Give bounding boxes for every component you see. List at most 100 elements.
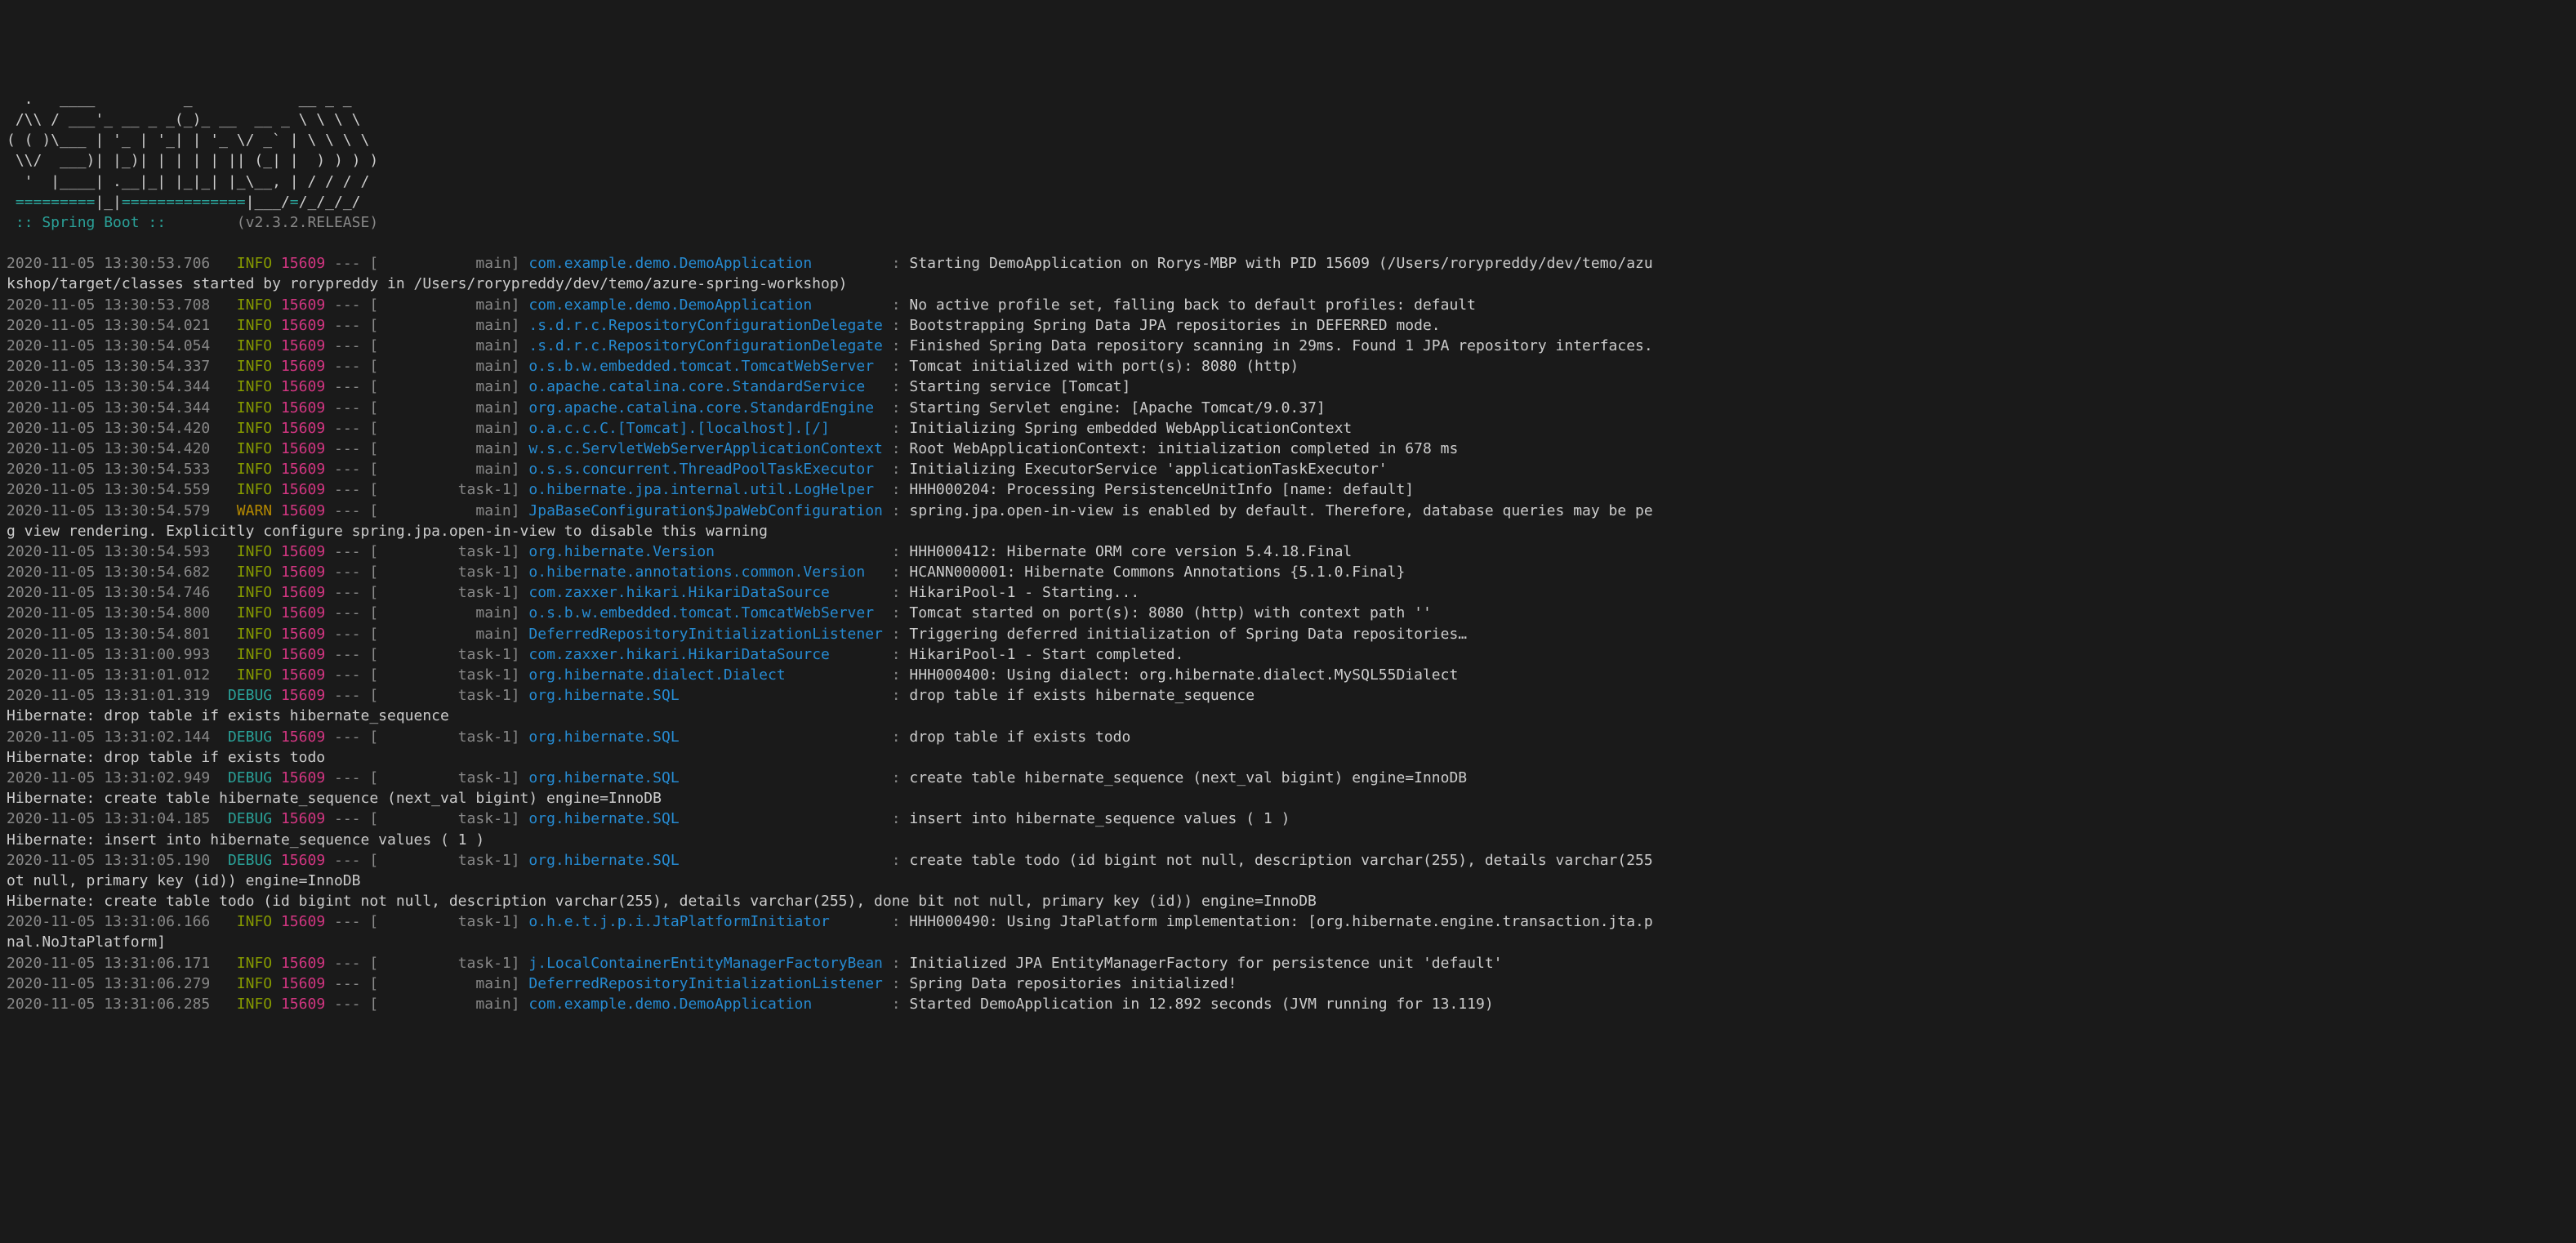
log-timestamp: 2020-11-05 13:31:02.949 <box>7 769 228 786</box>
log-pid: 15609 <box>281 378 325 395</box>
log-timestamp: 2020-11-05 13:30:54.800 <box>7 604 228 622</box>
log-separator: --- [ <box>325 440 378 457</box>
log-thread: main] <box>378 996 519 1013</box>
log-colon: : <box>883 852 910 869</box>
log-thread: task-1] <box>378 913 519 930</box>
log-message: Started DemoApplication in 12.892 second… <box>909 996 1493 1013</box>
log-pid: 15609 <box>281 769 325 786</box>
log-entry: 2020-11-05 13:31:01.012 INFO 15609 --- [… <box>7 665 2569 685</box>
log-timestamp: 2020-11-05 13:31:06.279 <box>7 975 228 992</box>
log-thread: task-1] <box>378 728 519 746</box>
log-pid: 15609 <box>281 358 325 375</box>
log-message: Hibernate: drop table if exists hibernat… <box>7 707 449 724</box>
log-message: create table todo (id bigint not null, d… <box>909 852 1652 869</box>
spring-boot-version-line: :: Spring Boot :: (v2.3.2.RELEASE) <box>7 212 2569 233</box>
log-separator: --- [ <box>325 646 378 663</box>
log-logger: org.hibernate.dialect.Dialect <box>528 666 882 684</box>
log-message: Tomcat initialized with port(s): 8080 (h… <box>909 358 1299 375</box>
log-thread: main] <box>378 626 519 643</box>
log-entry: 2020-11-05 13:31:01.319 DEBUG 15609 --- … <box>7 685 2569 706</box>
log-colon: : <box>883 296 910 314</box>
log-level: INFO <box>228 255 272 272</box>
log-thread: task-1] <box>378 955 519 972</box>
log-entry: 2020-11-05 13:30:53.708 INFO 15609 --- [… <box>7 295 2569 315</box>
log-entry: 2020-11-05 13:30:54.593 INFO 15609 --- [… <box>7 541 2569 562</box>
log-pid: 15609 <box>281 502 325 519</box>
log-logger: org.hibernate.SQL <box>528 810 882 827</box>
log-level: DEBUG <box>228 769 272 786</box>
log-pid: 15609 <box>281 317 325 334</box>
log-level: INFO <box>228 975 272 992</box>
log-logger: o.s.s.concurrent.ThreadPoolTaskExecutor <box>528 461 882 478</box>
log-timestamp: 2020-11-05 13:30:54.746 <box>7 584 228 601</box>
log-thread: main] <box>378 461 519 478</box>
log-colon: : <box>883 502 910 519</box>
log-colon: : <box>883 584 910 601</box>
log-logger: w.s.c.ServletWebServerApplicationContext <box>528 440 882 457</box>
log-level: INFO <box>228 481 272 498</box>
log-thread: main] <box>378 604 519 622</box>
log-colon: : <box>883 975 910 992</box>
log-level: INFO <box>228 399 272 417</box>
log-message: Starting DemoApplication on Rorys-MBP wi… <box>909 255 1652 272</box>
log-colon: : <box>883 769 910 786</box>
log-separator: --- [ <box>325 296 378 314</box>
terminal-output[interactable]: . ____ _ __ _ _ /\\ / ___'_ __ _ _(_)_ _… <box>7 89 2569 1014</box>
log-timestamp: 2020-11-05 13:30:54.420 <box>7 440 228 457</box>
log-message: drop table if exists hibernate_sequence <box>909 687 1255 704</box>
log-thread: main] <box>378 358 519 375</box>
log-level: INFO <box>228 420 272 437</box>
log-level: DEBUG <box>228 810 272 827</box>
log-thread: main] <box>378 317 519 334</box>
log-thread: main] <box>378 337 519 354</box>
log-logger: com.zaxxer.hikari.HikariDataSource <box>528 584 882 601</box>
log-timestamp: 2020-11-05 13:30:54.344 <box>7 399 228 417</box>
log-timestamp: 2020-11-05 13:30:54.420 <box>7 420 228 437</box>
log-level: INFO <box>228 564 272 581</box>
log-timestamp: 2020-11-05 13:31:02.144 <box>7 728 228 746</box>
log-logger: org.apache.catalina.core.StandardEngine <box>528 399 882 417</box>
log-entry: 2020-11-05 13:31:06.285 INFO 15609 --- [… <box>7 994 2569 1014</box>
log-colon: : <box>883 358 910 375</box>
log-message: No active profile set, falling back to d… <box>909 296 1476 314</box>
log-entry: 2020-11-05 13:30:53.706 INFO 15609 --- [… <box>7 253 2569 274</box>
log-level: INFO <box>228 358 272 375</box>
banner-line: ' |____| .__|_| |_|_| |_\__, | / / / / <box>7 172 2569 192</box>
log-thread: task-1] <box>378 852 519 869</box>
spring-boot-version: (v2.3.2.RELEASE) <box>237 214 378 231</box>
log-message: Hibernate: create table todo (id bigint … <box>7 893 1317 910</box>
log-colon: : <box>883 440 910 457</box>
log-logger: .s.d.r.c.RepositoryConfigurationDelegate <box>528 337 882 354</box>
log-pid: 15609 <box>281 728 325 746</box>
log-message: Starting service [Tomcat] <box>909 378 1130 395</box>
log-message: Spring Data repositories initialized! <box>909 975 1237 992</box>
log-thread: main] <box>378 296 519 314</box>
banner-line: . ____ _ __ _ _ <box>7 89 2569 109</box>
log-level: DEBUG <box>228 852 272 869</box>
log-colon: : <box>883 728 910 746</box>
log-logger: o.hibernate.jpa.internal.util.LogHelper <box>528 481 882 498</box>
log-continuation: Hibernate: drop table if exists hibernat… <box>7 706 2569 726</box>
log-thread: task-1] <box>378 584 519 601</box>
log-pid: 15609 <box>281 296 325 314</box>
log-timestamp: 2020-11-05 13:31:06.171 <box>7 955 228 972</box>
log-timestamp: 2020-11-05 13:31:01.012 <box>7 666 228 684</box>
log-colon: : <box>883 543 910 560</box>
log-timestamp: 2020-11-05 13:30:54.682 <box>7 564 228 581</box>
log-separator: --- [ <box>325 337 378 354</box>
log-message: ot null, primary key (id)) engine=InnoDB <box>7 872 360 889</box>
log-pid: 15609 <box>281 996 325 1013</box>
log-pid: 15609 <box>281 481 325 498</box>
log-timestamp: 2020-11-05 13:31:05.190 <box>7 852 228 869</box>
log-message: create table hibernate_sequence (next_va… <box>909 769 1467 786</box>
log-level: INFO <box>228 461 272 478</box>
log-logger: o.s.b.w.embedded.tomcat.TomcatWebServer <box>528 604 882 622</box>
log-entry: 2020-11-05 13:30:54.344 INFO 15609 --- [… <box>7 398 2569 418</box>
log-message: HikariPool-1 - Starting... <box>909 584 1139 601</box>
log-logger: org.hibernate.SQL <box>528 852 882 869</box>
log-entry: 2020-11-05 13:30:54.021 INFO 15609 --- [… <box>7 315 2569 336</box>
log-colon: : <box>883 810 910 827</box>
log-thread: main] <box>378 399 519 417</box>
log-message: Finished Spring Data repository scanning… <box>909 337 1652 354</box>
log-entry: 2020-11-05 13:30:54.344 INFO 15609 --- [… <box>7 376 2569 397</box>
